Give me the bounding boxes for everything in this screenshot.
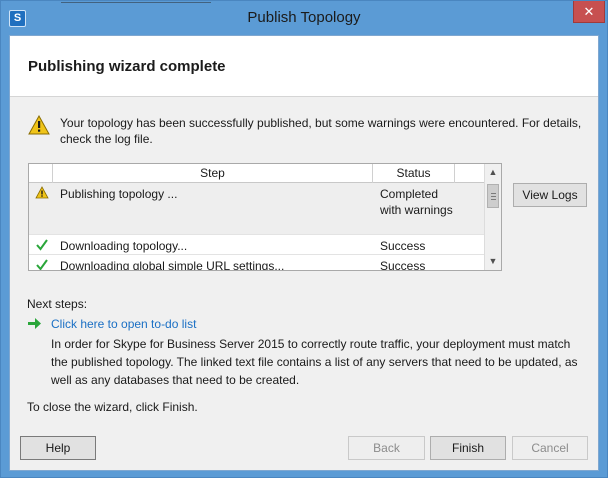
column-header-step[interactable]: Step <box>53 164 373 183</box>
scroll-down-arrow-icon[interactable]: ▼ <box>485 253 501 270</box>
close-window-button[interactable]: ✕ <box>573 1 605 23</box>
grid-vertical-scrollbar[interactable]: ▲ ▼ <box>484 164 501 270</box>
grid-row[interactable]: Publishing topology ... Completed with w… <box>29 183 484 235</box>
view-logs-button[interactable]: View Logs <box>513 183 587 207</box>
help-button[interactable]: Help <box>20 436 96 460</box>
open-todo-list-link[interactable]: Click here to open to-do list <box>51 317 196 331</box>
row-step: Publishing topology ... <box>60 187 178 201</box>
scrollbar-thumb[interactable] <box>487 184 499 208</box>
status-message: Your topology has been successfully publ… <box>60 116 582 146</box>
row-status: Completed with warnings <box>380 187 453 217</box>
close-wizard-hint: To close the wizard, click Finish. <box>27 400 198 414</box>
scroll-up-arrow-icon[interactable]: ▲ <box>485 164 501 181</box>
grid-header: Step Status <box>29 164 484 183</box>
row-status: Success <box>380 259 426 271</box>
row-status: Success <box>380 239 426 253</box>
publish-topology-window: S Publish Topology ✕ Publishing wizard c… <box>0 0 608 478</box>
row-step: Downloading topology... <box>60 239 188 253</box>
grid-header-icon-column <box>29 164 53 183</box>
warning-icon <box>28 115 50 135</box>
wizard-header: Publishing wizard complete <box>10 36 598 97</box>
scrollbar-grip <box>491 193 496 194</box>
scrollbar-grip <box>491 199 496 200</box>
steps-grid[interactable]: Step Status Publishing topology ... Comp… <box>28 163 502 271</box>
column-header-status[interactable]: Status <box>373 164 455 183</box>
row-step: Downloading global simple URL settings..… <box>60 259 285 271</box>
background-window-artifact <box>61 1 211 3</box>
grid-row[interactable]: Downloading topology... Success <box>29 235 484 255</box>
checkmark-icon <box>36 259 48 270</box>
finish-button[interactable]: Finish <box>430 436 506 460</box>
warning-icon <box>35 186 49 199</box>
arrow-right-icon <box>28 318 41 329</box>
title-bar[interactable]: S Publish Topology ✕ <box>1 1 607 35</box>
page-title: Publishing wizard complete <box>28 58 226 75</box>
back-button[interactable]: Back <box>348 436 425 460</box>
wizard-client-area: Publishing wizard complete Your topology… <box>9 35 599 471</box>
scrollbar-grip <box>491 196 496 197</box>
window-title: Publish Topology <box>247 9 361 26</box>
next-steps-label: Next steps: <box>27 297 88 311</box>
grid-row[interactable]: Downloading global simple URL settings..… <box>29 255 484 271</box>
next-steps-explanation: In order for Skype for Business Server 2… <box>51 337 578 387</box>
cancel-button[interactable]: Cancel <box>512 436 588 460</box>
checkmark-icon <box>36 239 48 251</box>
